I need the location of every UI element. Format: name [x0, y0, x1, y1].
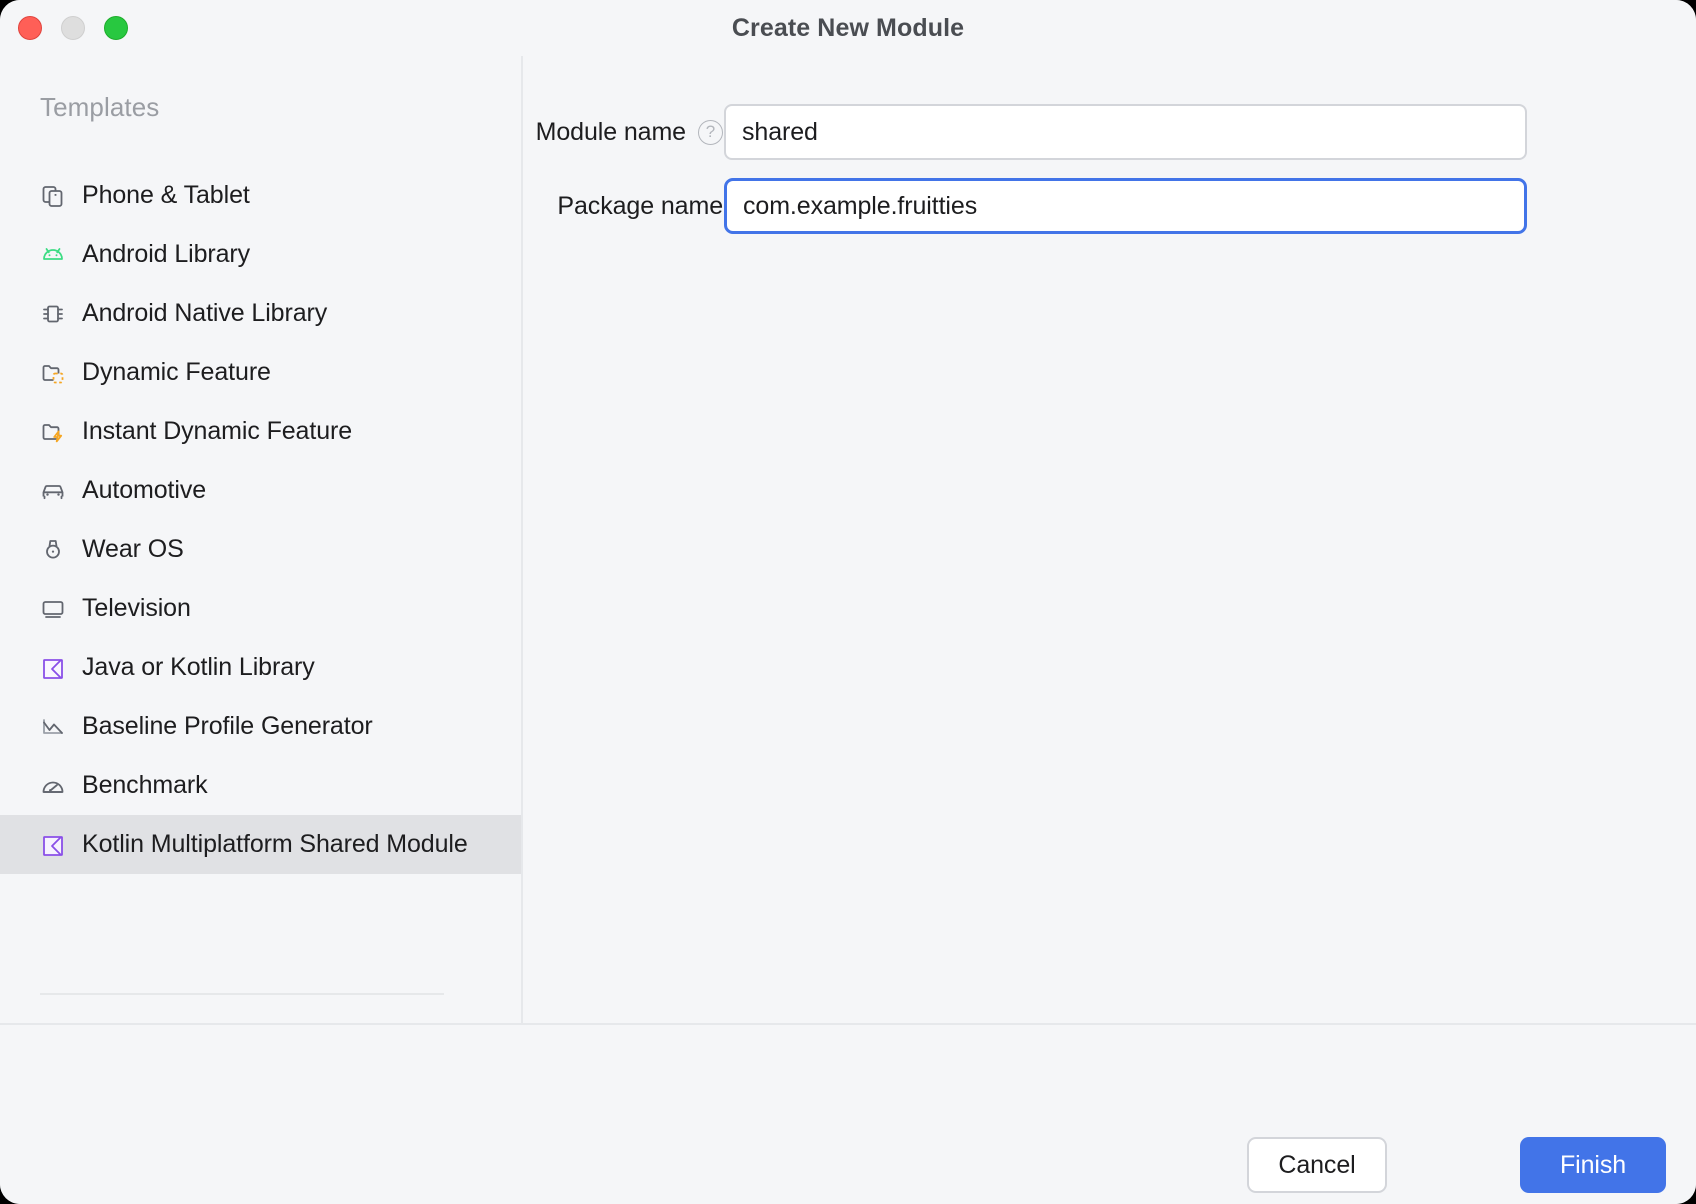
package-name-row: Package name: [523, 178, 1696, 234]
template-list: Phone & Tablet Android Library: [0, 166, 521, 874]
sidebar-item-java-kotlin-library[interactable]: Java or Kotlin Library: [0, 638, 521, 697]
sidebar-item-android-library[interactable]: Android Library: [0, 225, 521, 284]
sidebar-item-label: Benchmark: [82, 771, 208, 800]
android-icon: [40, 242, 66, 268]
package-name-input[interactable]: [724, 178, 1527, 234]
sidebar-item-label: Television: [82, 594, 191, 623]
help-icon[interactable]: ?: [698, 120, 723, 145]
kotlin-icon: [40, 832, 66, 858]
sidebar-item-label: Wear OS: [82, 535, 184, 564]
module-name-label: Module name: [536, 118, 686, 147]
sidebar-item-import[interactable]: Import...: [0, 1016, 521, 1023]
templates-sidebar: Templates Phone & Tablet: [0, 56, 521, 1023]
folder-bolt-icon: [40, 419, 66, 445]
folder-dashed-icon: [40, 360, 66, 386]
dialog-title: Create New Module: [0, 0, 1696, 56]
sidebar-item-label: Phone & Tablet: [82, 181, 250, 210]
sidebar-item-benchmark[interactable]: Benchmark: [0, 756, 521, 815]
module-form-panel: Module name ? Package name: [523, 56, 1696, 1023]
kotlin-icon: [40, 655, 66, 681]
package-name-label-group: Package name: [523, 178, 723, 234]
sidebar-item-label: Instant Dynamic Feature: [82, 417, 352, 446]
watch-icon: [40, 537, 66, 563]
gauge-icon: [40, 773, 66, 799]
sidebar-item-television[interactable]: Television: [0, 579, 521, 638]
module-name-label-group: Module name ?: [523, 104, 723, 160]
sidebar-item-label: Dynamic Feature: [82, 358, 271, 387]
create-new-module-dialog: Create New Module Templates Phone & Tabl…: [0, 0, 1696, 1204]
sidebar-item-label: Android Native Library: [82, 299, 327, 328]
sidebar-item-instant-dynamic-feature[interactable]: Instant Dynamic Feature: [0, 402, 521, 461]
sidebar-item-phone-tablet[interactable]: Phone & Tablet: [0, 166, 521, 225]
sidebar-item-label: Kotlin Multiplatform Shared Module: [82, 830, 468, 859]
tv-icon: [40, 596, 66, 622]
package-name-label: Package name: [557, 192, 723, 221]
dialog-footer: Cancel Finish: [0, 1025, 1696, 1204]
sidebar-item-kotlin-multiplatform-shared-module[interactable]: Kotlin Multiplatform Shared Module: [0, 815, 521, 874]
car-icon: [40, 478, 66, 504]
phone-tablet-icon: [40, 183, 66, 209]
sidebar-item-android-native-library[interactable]: Android Native Library: [0, 284, 521, 343]
sidebar-item-label: Baseline Profile Generator: [82, 712, 373, 741]
sidebar-separator: [40, 993, 444, 995]
sidebar-item-label: Android Library: [82, 240, 250, 269]
chart-line-icon: [40, 714, 66, 740]
sidebar-item-automotive[interactable]: Automotive: [0, 461, 521, 520]
title-bar: Create New Module: [0, 0, 1696, 56]
module-name-row: Module name ?: [523, 104, 1696, 160]
module-name-input[interactable]: [724, 104, 1527, 160]
sidebar-item-label: Automotive: [82, 476, 206, 505]
sidebar-item-dynamic-feature[interactable]: Dynamic Feature: [0, 343, 521, 402]
sidebar-item-label: Java or Kotlin Library: [82, 653, 315, 682]
templates-header: Templates: [40, 92, 159, 123]
finish-button[interactable]: Finish: [1520, 1137, 1666, 1193]
cancel-button[interactable]: Cancel: [1247, 1137, 1387, 1193]
chip-icon: [40, 301, 66, 327]
sidebar-item-wear-os[interactable]: Wear OS: [0, 520, 521, 579]
sidebar-item-baseline-profile-generator[interactable]: Baseline Profile Generator: [0, 697, 521, 756]
